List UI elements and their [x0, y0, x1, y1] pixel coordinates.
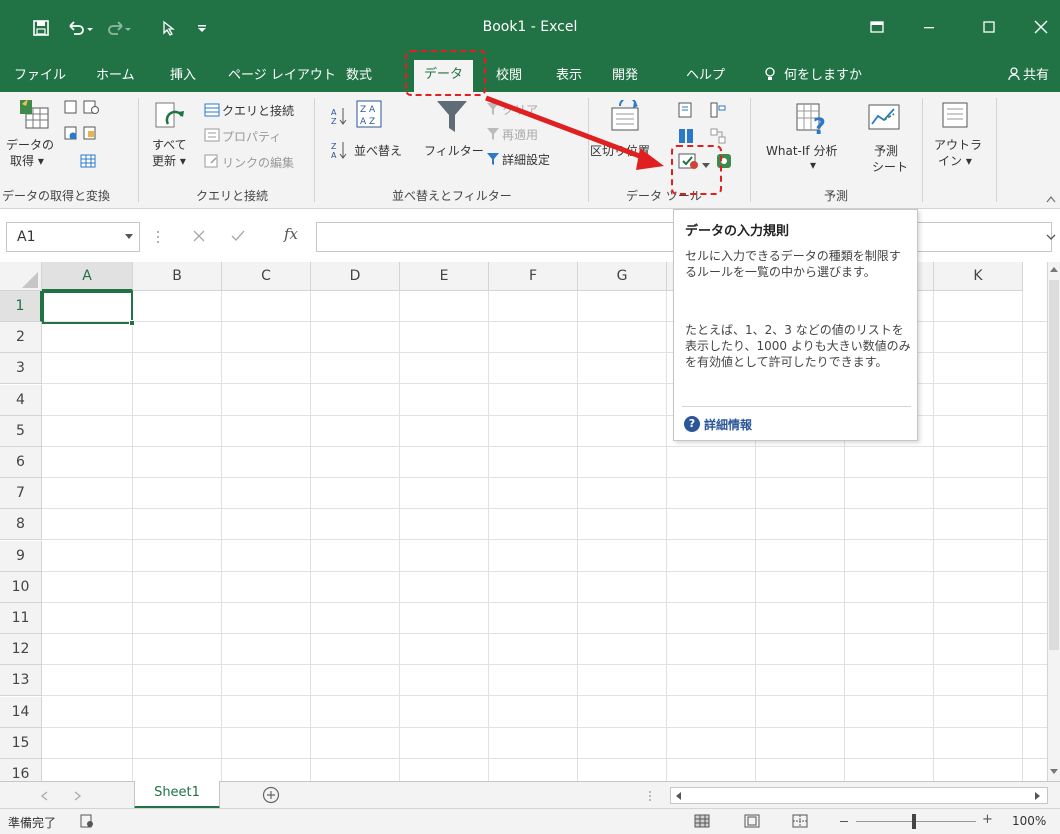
confirm-entry-icon[interactable]	[230, 229, 246, 247]
gridline-vertical	[132, 291, 133, 781]
scroll-up-icon[interactable]	[1050, 266, 1058, 272]
gridline-horizontal	[42, 601, 1052, 603]
scroll-down-icon[interactable]	[1050, 769, 1058, 775]
sheet-tab-sheet1[interactable]: Sheet1	[134, 781, 220, 809]
data-validation-tooltip: データの入力規則 セルに入力できるデータの種類を制限するルールを一覧の中から選び…	[673, 209, 918, 441]
row-header-13[interactable]: 13	[0, 665, 42, 697]
gridline-horizontal	[42, 477, 1052, 478]
gridline-horizontal	[42, 508, 1052, 510]
scroll-left-icon[interactable]	[675, 792, 681, 800]
row-header-8[interactable]: 8	[0, 509, 42, 541]
tooltip-example: たとえば、1、2、3 などの値のリストを表示したり、1000 よりも大きい数値の…	[685, 323, 911, 369]
zoom-out-icon[interactable]	[840, 821, 848, 822]
fill-handle[interactable]	[129, 320, 135, 326]
macro-record-icon[interactable]	[80, 814, 94, 832]
zoom-slider[interactable]	[856, 821, 976, 822]
gridline-vertical	[310, 291, 311, 781]
gridline-vertical	[221, 291, 222, 781]
zoom-in-icon[interactable]: +	[982, 812, 993, 827]
gridline-horizontal	[42, 757, 1052, 759]
help-icon: ?	[684, 416, 700, 432]
gridline-horizontal	[42, 445, 1052, 447]
zoom-slider-thumb[interactable]	[912, 814, 916, 829]
row-header-7[interactable]: 7	[0, 478, 42, 510]
select-all-corner[interactable]	[0, 262, 42, 291]
vertical-scrollbar[interactable]	[1047, 262, 1060, 781]
expand-formula-bar-icon[interactable]	[1046, 234, 1056, 240]
column-header-f[interactable]: F	[489, 262, 578, 291]
column-header-b[interactable]: B	[133, 262, 222, 291]
row-header-3[interactable]: 3	[0, 353, 42, 385]
prev-sheet-icon[interactable]	[40, 791, 48, 801]
tooltip-title: データの入力規則	[685, 224, 790, 239]
vertical-scroll-thumb[interactable]	[1049, 280, 1059, 650]
row-header-11[interactable]: 11	[0, 603, 42, 634]
gridline-vertical	[577, 291, 578, 781]
tooltip-description: セルに入力できるデータの種類を制限するルールを一覧の中から選びます。	[685, 249, 901, 279]
name-box-dropdown-icon[interactable]	[125, 234, 133, 240]
gridline-horizontal	[42, 539, 1052, 541]
column-header-g[interactable]: G	[578, 262, 667, 291]
row-header-9[interactable]: 9	[0, 540, 42, 572]
gridline-horizontal	[42, 570, 1052, 572]
formula-bar-grip-icon	[156, 228, 160, 246]
cancel-entry-icon[interactable]	[192, 229, 206, 247]
column-header-a[interactable]: A	[42, 262, 133, 291]
plus-circle-icon	[262, 786, 280, 804]
row-header-15[interactable]: 15	[0, 727, 42, 759]
new-sheet-button[interactable]	[262, 786, 280, 808]
normal-view-icon[interactable]	[694, 814, 710, 832]
gridline-vertical	[933, 291, 934, 781]
gridline-horizontal	[42, 726, 1052, 728]
horizontal-scrollbar[interactable]	[670, 787, 1048, 804]
column-header-k[interactable]: K	[934, 262, 1023, 291]
tooltip-more-info-link[interactable]: 詳細情報	[704, 416, 752, 433]
gridline-vertical	[1022, 291, 1023, 781]
status-bar: 準備完了 + 100%	[0, 808, 1060, 834]
page-break-view-icon[interactable]	[792, 814, 808, 832]
gridline-horizontal	[42, 633, 1052, 634]
gridline-vertical	[488, 291, 489, 781]
scroll-right-icon[interactable]	[1035, 792, 1041, 800]
status-ready: 準備完了	[8, 816, 57, 830]
sheet-tab-bar: Sheet1	[0, 781, 1060, 809]
column-header-c[interactable]: C	[222, 262, 311, 291]
next-sheet-icon[interactable]	[74, 791, 82, 801]
gridline-horizontal	[42, 664, 1052, 666]
tab-split-grip-icon[interactable]	[648, 790, 652, 802]
row-header-5[interactable]: 5	[0, 415, 42, 447]
row-header-1[interactable]: 1	[0, 291, 42, 322]
column-header-d[interactable]: D	[311, 262, 400, 291]
row-header-4[interactable]: 4	[0, 384, 42, 416]
row-header-14[interactable]: 14	[0, 696, 42, 728]
gridline-vertical	[399, 291, 400, 781]
row-header-16[interactable]: 16	[0, 759, 42, 781]
tooltip-separator	[682, 406, 911, 407]
active-cell-a1[interactable]	[42, 291, 133, 324]
row-header-2[interactable]: 2	[0, 322, 42, 354]
gridline-vertical	[666, 291, 667, 781]
name-box[interactable]: A1	[6, 222, 140, 252]
name-box-value: A1	[17, 229, 36, 245]
gridline-horizontal	[42, 695, 1052, 697]
zoom-level[interactable]: 100%	[1012, 814, 1046, 828]
page-layout-view-icon[interactable]	[744, 814, 760, 832]
row-header-10[interactable]: 10	[0, 571, 42, 603]
row-header-6[interactable]: 6	[0, 447, 42, 478]
row-header-12[interactable]: 12	[0, 634, 42, 666]
column-header-e[interactable]: E	[400, 262, 489, 291]
insert-function-icon[interactable]: fx	[284, 225, 298, 243]
